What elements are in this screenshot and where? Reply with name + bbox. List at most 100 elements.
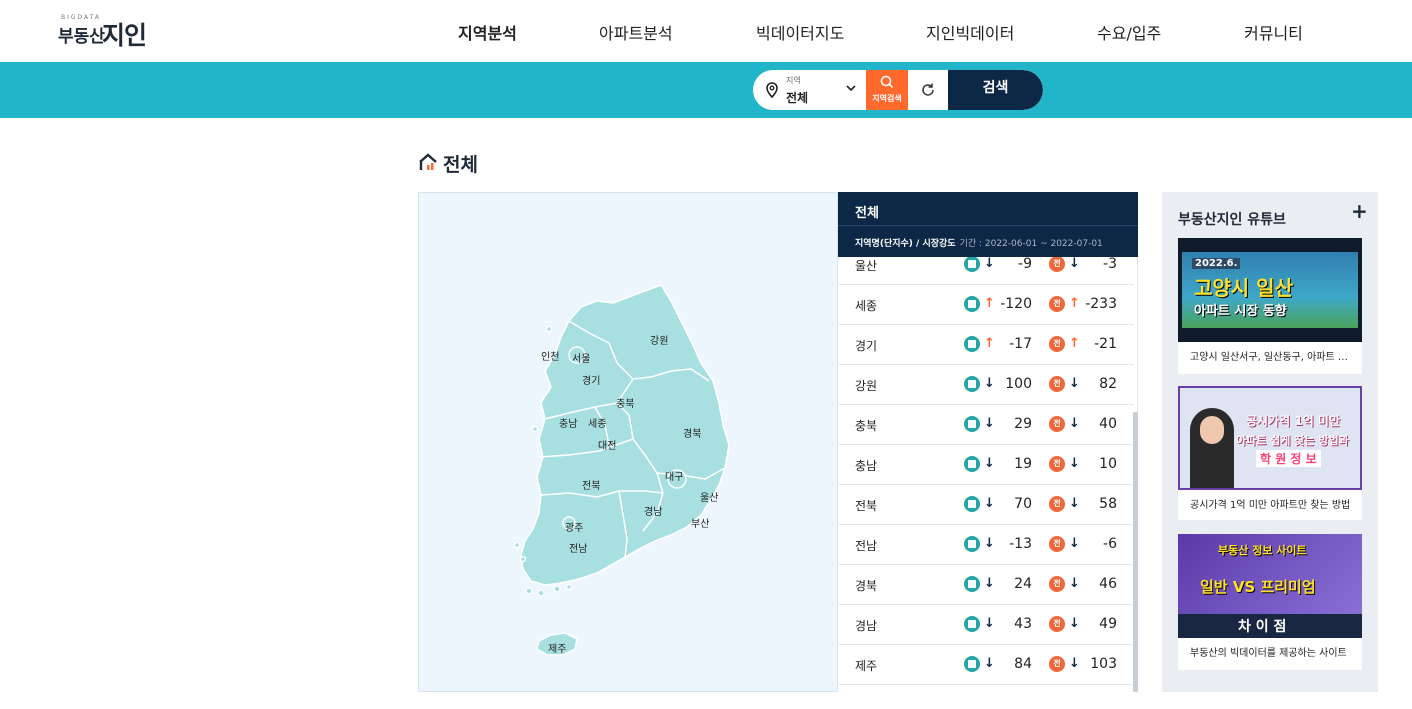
table-row[interactable]: 경남 ↓ 43 전 ↓ 49	[838, 605, 1134, 645]
region-name: 경남	[855, 619, 878, 633]
trade-badge-icon	[964, 576, 980, 592]
youtube-caption: 공시가격 1억 미만 아파트만 찾는 방법	[1190, 500, 1351, 511]
map-label-daegu[interactable]: 대구	[665, 468, 683, 483]
trade-value: 100	[1005, 376, 1032, 392]
youtube-card[interactable]: 공시가격 1억 미만 아파트 쉽게 찾는 방법과 학 원 정 보 공시가격 1억…	[1178, 386, 1362, 520]
jeonse-badge-icon: 전	[1049, 456, 1065, 472]
table-scrollbar[interactable]	[1133, 412, 1138, 692]
home-chart-icon	[419, 153, 437, 170]
map-label-gangwon[interactable]: 강원	[650, 332, 668, 347]
jeonse-value: -6	[1103, 536, 1117, 552]
korea-map-svg	[513, 284, 730, 656]
site-logo[interactable]: BIGDATA 부동산 지인	[58, 14, 158, 50]
table-title: 전체	[855, 206, 879, 221]
map-label-ulsan[interactable]: 울산	[700, 489, 718, 504]
nav-community[interactable]: 커뮤니티	[1244, 20, 1303, 44]
nav-demand-supply[interactable]: 수요/입주	[1097, 20, 1161, 44]
table-row[interactable]: 세종 ↑ -120 전 ↑ -233	[838, 285, 1134, 325]
jeonse-value: -233	[1085, 296, 1117, 312]
refresh-icon	[922, 83, 934, 96]
trade-badge-icon	[964, 496, 980, 512]
map-label-gyeongbuk[interactable]: 경북	[683, 425, 701, 440]
korea-map: 강원 인천 서울 경기 충북 충남 세종 대전 경북 대구 전북 울산 경남 광…	[418, 192, 838, 692]
trade-value: 19	[1014, 456, 1032, 472]
map-label-sejong[interactable]: 세종	[588, 415, 606, 430]
youtube-thumbnail: 공시가격 1억 미만 아파트 쉽게 찾는 방법과 학 원 정 보	[1178, 386, 1362, 490]
jeonse-badge-icon: 전	[1049, 257, 1065, 272]
youtube-more-button[interactable]: +	[1351, 199, 1368, 223]
youtube-caption: 고양시 일산서구, 일산동구, 아파트 시장 동향	[1190, 352, 1355, 363]
table-row[interactable]: 충남 ↓ 19 전 ↓ 10	[838, 445, 1134, 485]
region-name: 세종	[855, 299, 878, 313]
youtube-thumbnail: 2022.6. 고양시 일산 아파트 시장 동향	[1178, 238, 1362, 342]
trade-value: 29	[1014, 416, 1032, 432]
region-name: 전남	[855, 539, 878, 553]
map-label-jeonbuk[interactable]: 전북	[582, 477, 600, 492]
market-strength-table: 전체 지역명(단지수) / 시장강도 기간 : 2022-06-01 ~ 2022…	[838, 192, 1138, 692]
region-name: 충북	[855, 419, 878, 433]
nav-bigdata-map[interactable]: 빅데이터지도	[756, 20, 844, 44]
location-pin-icon	[766, 82, 778, 98]
logo-subtitle: BIGDATA	[61, 14, 101, 21]
trade-badge-icon	[964, 257, 980, 272]
region-name: 제주	[855, 659, 878, 673]
jeonse-badge-icon: 전	[1049, 536, 1065, 552]
youtube-card[interactable]: 2022.6. 고양시 일산 아파트 시장 동향 고양시 일산서구, 일산동구,…	[1178, 238, 1362, 374]
nav-apartment-analysis[interactable]: 아파트분석	[599, 20, 673, 44]
trade-value: -13	[1009, 536, 1032, 552]
table-row[interactable]: 충북 ↓ 29 전 ↓ 40	[838, 405, 1134, 445]
trade-value: 84	[1014, 656, 1032, 672]
region-value: 전체	[786, 91, 809, 105]
table-row[interactable]: 전북 ↓ 70 전 ↓ 58	[838, 485, 1134, 525]
trade-value: -120	[1000, 296, 1032, 312]
chevron-down-icon	[846, 85, 856, 92]
reset-button[interactable]	[908, 70, 948, 110]
map-label-jeonnam[interactable]: 전남	[569, 540, 587, 555]
trade-value: 70	[1014, 496, 1032, 512]
logo-brand-text: 부동산	[58, 27, 105, 47]
map-label-incheon[interactable]: 인천	[541, 348, 559, 363]
map-label-gyeongnam[interactable]: 경남	[644, 503, 662, 518]
trade-value: 43	[1014, 616, 1032, 632]
youtube-card[interactable]: 부동산 정보 사이트 일반 VS 프리미엄 차 이 점 부동산의 빅데이터를 제…	[1178, 534, 1362, 670]
jeonse-value: 49	[1099, 616, 1117, 632]
table-row[interactable]: 경북 ↓ 24 전 ↓ 46	[838, 565, 1134, 605]
map-label-jeju[interactable]: 제주	[548, 640, 566, 655]
table-row[interactable]: 제주 ↓ 84 전 ↓ 103	[838, 645, 1134, 685]
region-search-button[interactable]: 지역검색	[866, 70, 908, 110]
jeonse-value: 40	[1099, 416, 1117, 432]
search-submit-button[interactable]: 검색	[948, 70, 1043, 110]
map-label-gyeonggi[interactable]: 경기	[582, 372, 600, 387]
map-label-busan[interactable]: 부산	[691, 515, 709, 530]
map-label-chungbuk[interactable]: 충북	[616, 395, 634, 410]
map-label-daejeon[interactable]: 대전	[598, 437, 616, 452]
search-icon	[880, 75, 894, 89]
map-label-seoul[interactable]: 서울	[572, 350, 590, 365]
jeonse-value: -21	[1094, 336, 1117, 352]
jeonse-badge-icon: 전	[1049, 376, 1065, 392]
region-name: 강원	[855, 379, 878, 393]
table-row[interactable]: 전남 ↓ -13 전 ↓ -6	[838, 525, 1134, 565]
table-rows: 울산 ↓ -9 전 ↓ -3 세종 ↑ -120 전 ↑ -233 경기 ↑ -17 전 ↑ -21 강원 ↓ 100 전…	[838, 257, 1134, 692]
trade-badge-icon	[964, 376, 980, 392]
jeonse-value: 82	[1099, 376, 1117, 392]
youtube-panel-title: 부동산지인 유튜브	[1178, 212, 1286, 228]
jeonse-value: 103	[1090, 656, 1117, 672]
map-label-gwangju[interactable]: 광주	[565, 519, 583, 534]
page-title-text: 전체	[443, 154, 478, 176]
table-header: 전체 지역명(단지수) / 시장강도 기간 : 2022-06-01 ~ 2022…	[838, 192, 1138, 257]
nav-jiin-bigdata[interactable]: 지인빅데이터	[926, 20, 1014, 44]
jeonse-badge-icon: 전	[1049, 576, 1065, 592]
jeonse-badge-icon: 전	[1049, 616, 1065, 632]
trade-badge-icon	[964, 536, 980, 552]
map-label-chungnam[interactable]: 충남	[559, 415, 577, 430]
trade-value: -9	[1018, 257, 1032, 272]
table-row[interactable]: 울산 ↓ -9 전 ↓ -3	[838, 257, 1134, 285]
region-select[interactable]: 지역 전체	[753, 70, 866, 110]
top-header: BIGDATA 부동산 지인 지역분석 아파트분석 빅데이터지도 지인빅데이터 …	[0, 0, 1412, 62]
trade-badge-icon	[964, 616, 980, 632]
trade-badge-icon	[964, 416, 980, 432]
table-row[interactable]: 경기 ↑ -17 전 ↑ -21	[838, 325, 1134, 365]
table-row[interactable]: 강원 ↓ 100 전 ↓ 82	[838, 365, 1134, 405]
nav-region-analysis[interactable]: 지역분석	[450, 20, 525, 52]
